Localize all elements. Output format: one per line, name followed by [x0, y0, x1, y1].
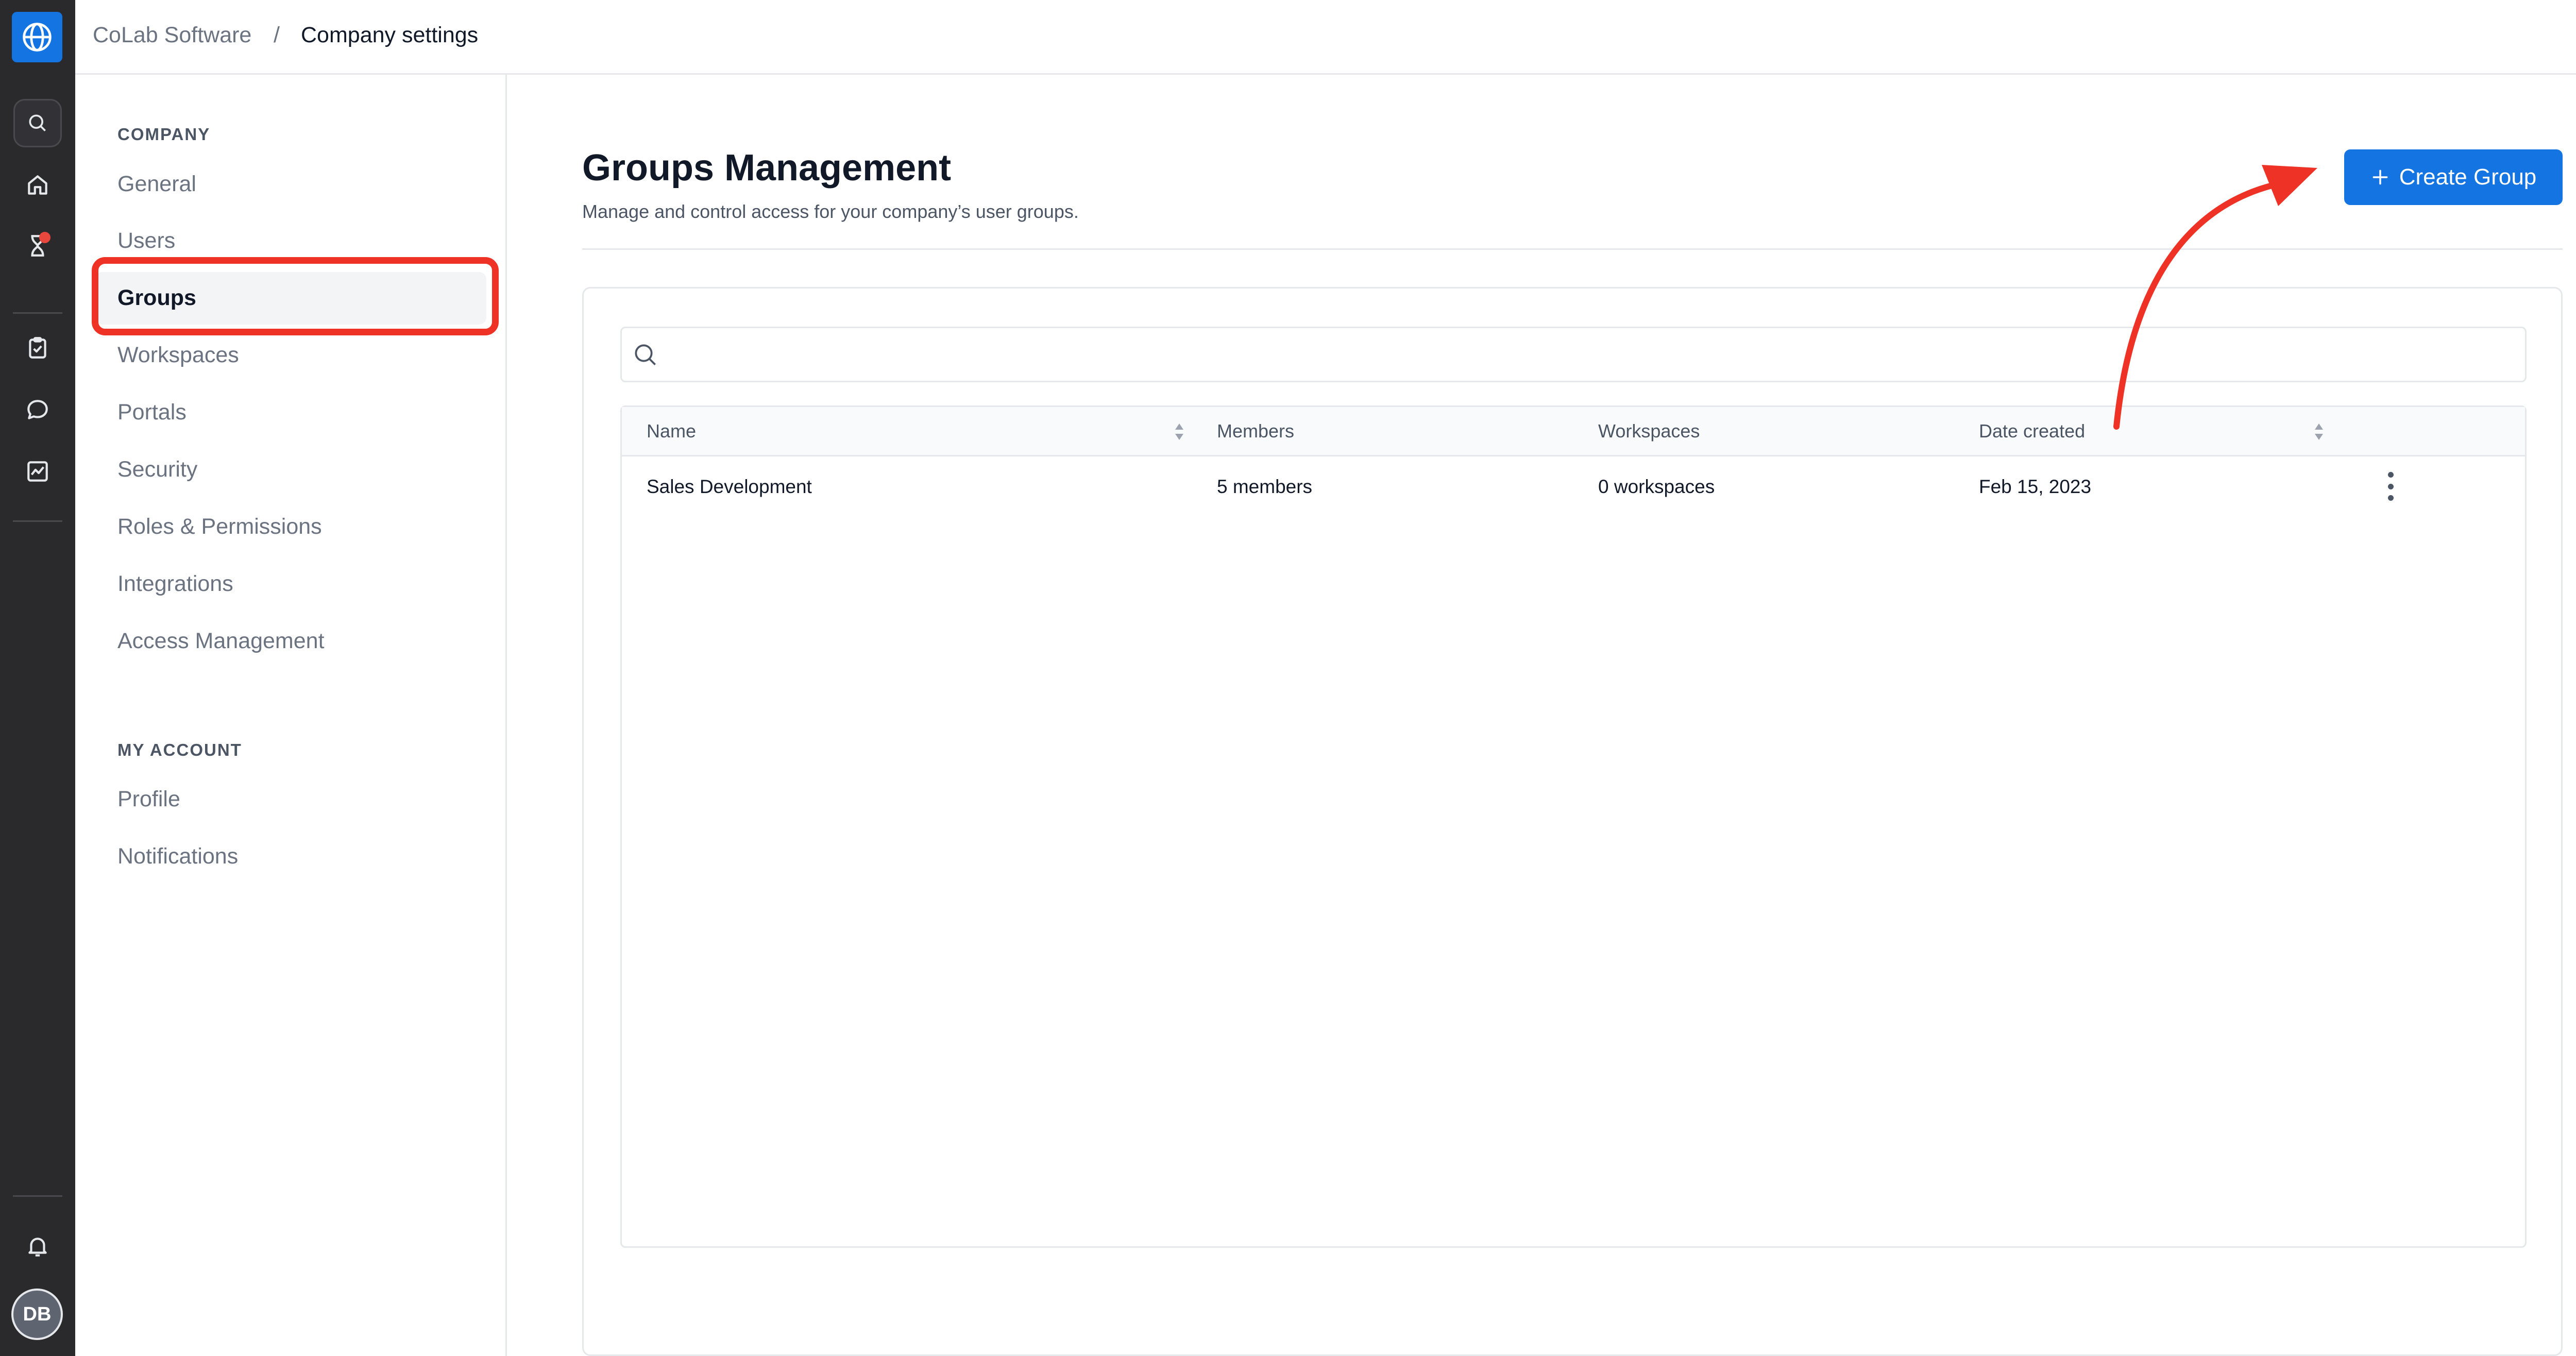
rail-divider [13, 520, 62, 522]
nav-item-integrations[interactable]: Integrations [117, 568, 233, 599]
nav-item-profile[interactable]: Profile [117, 784, 180, 815]
group-workspaces-cell: 0 workspaces [1598, 476, 1715, 497]
create-group-label: Create Group [2399, 164, 2537, 190]
nav-item-roles-permissions[interactable]: Roles & Permissions [117, 511, 322, 542]
groups-card: Name Members Workspaces Date created Sal… [582, 287, 2563, 1356]
breadcrumb-root-link[interactable]: CoLab Software [93, 23, 251, 48]
group-name-cell[interactable]: Sales Development [647, 476, 812, 498]
app-root: DB CoLab Software / Company settings COM… [0, 0, 2576, 1356]
column-header-date-created[interactable]: Date created [1979, 420, 2085, 442]
search-icon [631, 341, 660, 372]
home-icon[interactable] [13, 161, 62, 209]
column-header-members: Members [1217, 420, 1295, 442]
nav-item-notifications[interactable]: Notifications [117, 841, 238, 872]
groups-table: Name Members Workspaces Date created Sal… [620, 405, 2527, 1248]
chat-bubble-icon[interactable] [13, 385, 62, 434]
column-header-workspaces: Workspaces [1598, 420, 1700, 442]
page-title: Groups Management [582, 147, 952, 189]
table-row[interactable]: Sales Development 5 members 0 workspaces… [622, 456, 2525, 516]
search-icon[interactable] [13, 99, 62, 147]
section-label-company: COMPANY [117, 125, 211, 144]
create-group-button[interactable]: Create Group [2344, 149, 2563, 205]
settings-sidebar: COMPANY General Users Groups Workspaces … [75, 75, 507, 1356]
highlight-annotation-box [92, 257, 499, 335]
nav-item-workspaces[interactable]: Workspaces [117, 340, 239, 370]
search-input[interactable] [673, 333, 2510, 377]
chart-icon[interactable] [13, 447, 62, 496]
group-members-cell: 5 members [1217, 476, 1313, 497]
more-options-icon[interactable] [2383, 472, 2398, 501]
nav-item-access-management[interactable]: Access Management [117, 625, 325, 656]
icon-rail: DB [0, 0, 75, 1356]
breadcrumb-current: Company settings [301, 23, 479, 47]
sort-icon[interactable] [1173, 421, 1185, 445]
rail-divider [13, 1195, 62, 1197]
hourglass-icon[interactable] [13, 222, 62, 270]
globe-icon[interactable] [12, 12, 62, 62]
sort-icon[interactable] [2313, 421, 2325, 445]
group-date-cell: Feb 15, 2023 [1979, 476, 2092, 497]
table-header: Name Members Workspaces Date created [622, 407, 2525, 456]
clipboard-check-icon[interactable] [13, 324, 62, 372]
column-header-name[interactable]: Name [647, 420, 696, 442]
bell-icon[interactable] [13, 1222, 62, 1270]
nav-item-general[interactable]: General [117, 168, 196, 199]
search-field[interactable] [620, 327, 2527, 382]
nav-item-security[interactable]: Security [117, 454, 197, 485]
nav-item-users[interactable]: Users [117, 225, 175, 256]
plus-icon [2372, 170, 2388, 185]
section-label-my-account: MY ACCOUNT [117, 740, 242, 759]
page-subtitle: Manage and control access for your compa… [582, 201, 1079, 222]
nav-item-portals[interactable]: Portals [117, 397, 187, 428]
notification-dot [39, 232, 50, 243]
user-avatar[interactable]: DB [11, 1289, 63, 1340]
main-content: Groups Management Manage and control acc… [507, 75, 2576, 1356]
title-divider [582, 248, 2563, 250]
breadcrumb-separator: / [274, 23, 280, 47]
top-bar: CoLab Software / Company settings [75, 0, 2576, 75]
rail-divider [13, 312, 62, 314]
